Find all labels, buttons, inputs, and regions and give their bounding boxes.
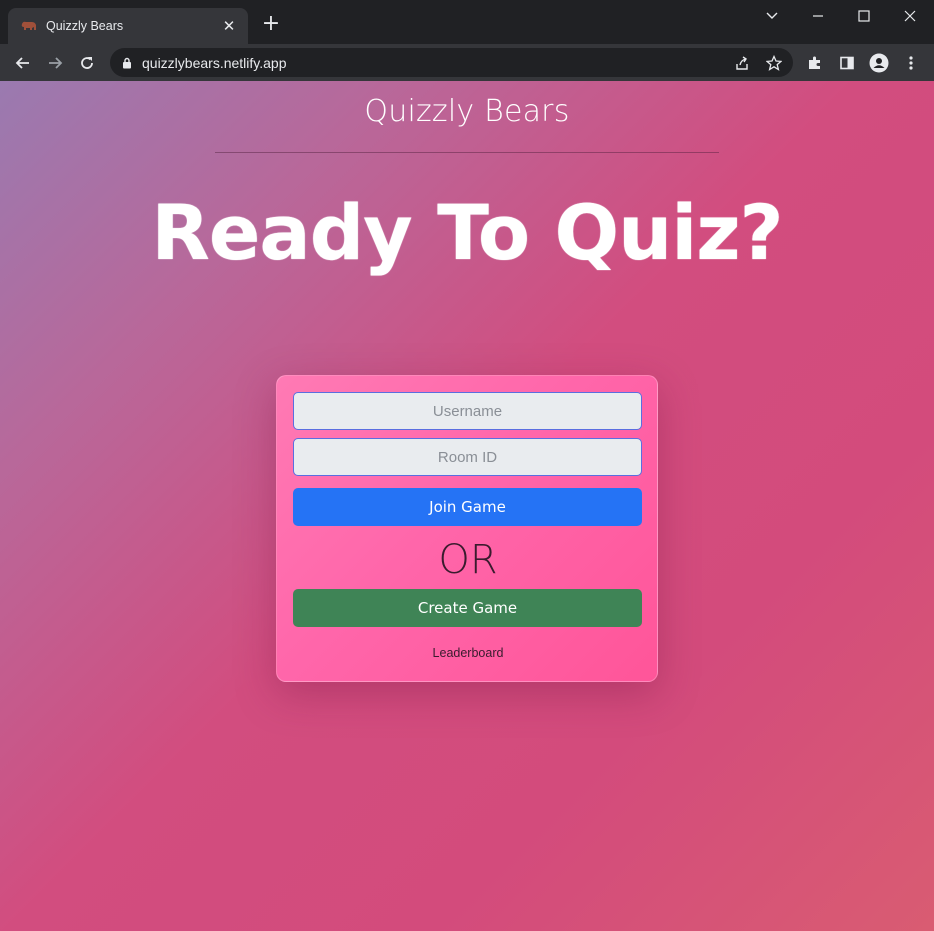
join-game-button[interactable]: Join Game xyxy=(293,488,642,526)
lock-icon xyxy=(122,57,132,69)
page-viewport: Quizzly Bears Ready To Quiz? Join Game O… xyxy=(0,81,934,931)
page-headline: Ready To Quiz? xyxy=(151,188,783,277)
forward-icon[interactable] xyxy=(44,52,66,74)
share-icon[interactable] xyxy=(733,54,751,72)
bear-favicon-icon xyxy=(20,19,38,33)
tab-search-icon[interactable] xyxy=(762,6,782,26)
username-input[interactable] xyxy=(293,392,642,430)
star-icon[interactable] xyxy=(765,54,783,72)
create-game-button[interactable]: Create Game xyxy=(293,589,642,627)
tab-close-icon[interactable]: ✕ xyxy=(220,17,238,35)
browser-tab[interactable]: Quizzly Bears ✕ xyxy=(8,8,248,44)
maximize-icon[interactable] xyxy=(854,6,874,26)
site-title: Quizzly Bears xyxy=(364,94,570,129)
url-text: quizzlybears.netlify.app xyxy=(142,54,287,71)
tab-title: Quizzly Bears xyxy=(46,19,124,33)
side-panel-icon[interactable] xyxy=(837,53,857,73)
minimize-icon[interactable] xyxy=(808,6,828,26)
more-icon[interactable] xyxy=(901,53,921,73)
browser-toolbar: quizzlybears.netlify.app xyxy=(0,44,934,81)
back-icon[interactable] xyxy=(12,52,34,74)
leaderboard-link[interactable]: Leaderboard xyxy=(277,646,659,660)
new-tab-icon[interactable]: + xyxy=(261,13,281,35)
or-separator: OR xyxy=(438,537,498,583)
room-id-input[interactable] xyxy=(293,438,642,476)
header-divider xyxy=(215,152,719,153)
join-game-card: Join Game OR Create Game Leaderboard xyxy=(276,375,658,682)
profile-icon[interactable] xyxy=(869,53,889,73)
address-bar[interactable]: quizzlybears.netlify.app xyxy=(110,48,793,77)
extensions-icon[interactable] xyxy=(805,53,825,73)
reload-icon[interactable] xyxy=(76,52,98,74)
window-close-icon[interactable] xyxy=(900,6,920,26)
tab-strip: Quizzly Bears ✕ + xyxy=(0,0,934,44)
